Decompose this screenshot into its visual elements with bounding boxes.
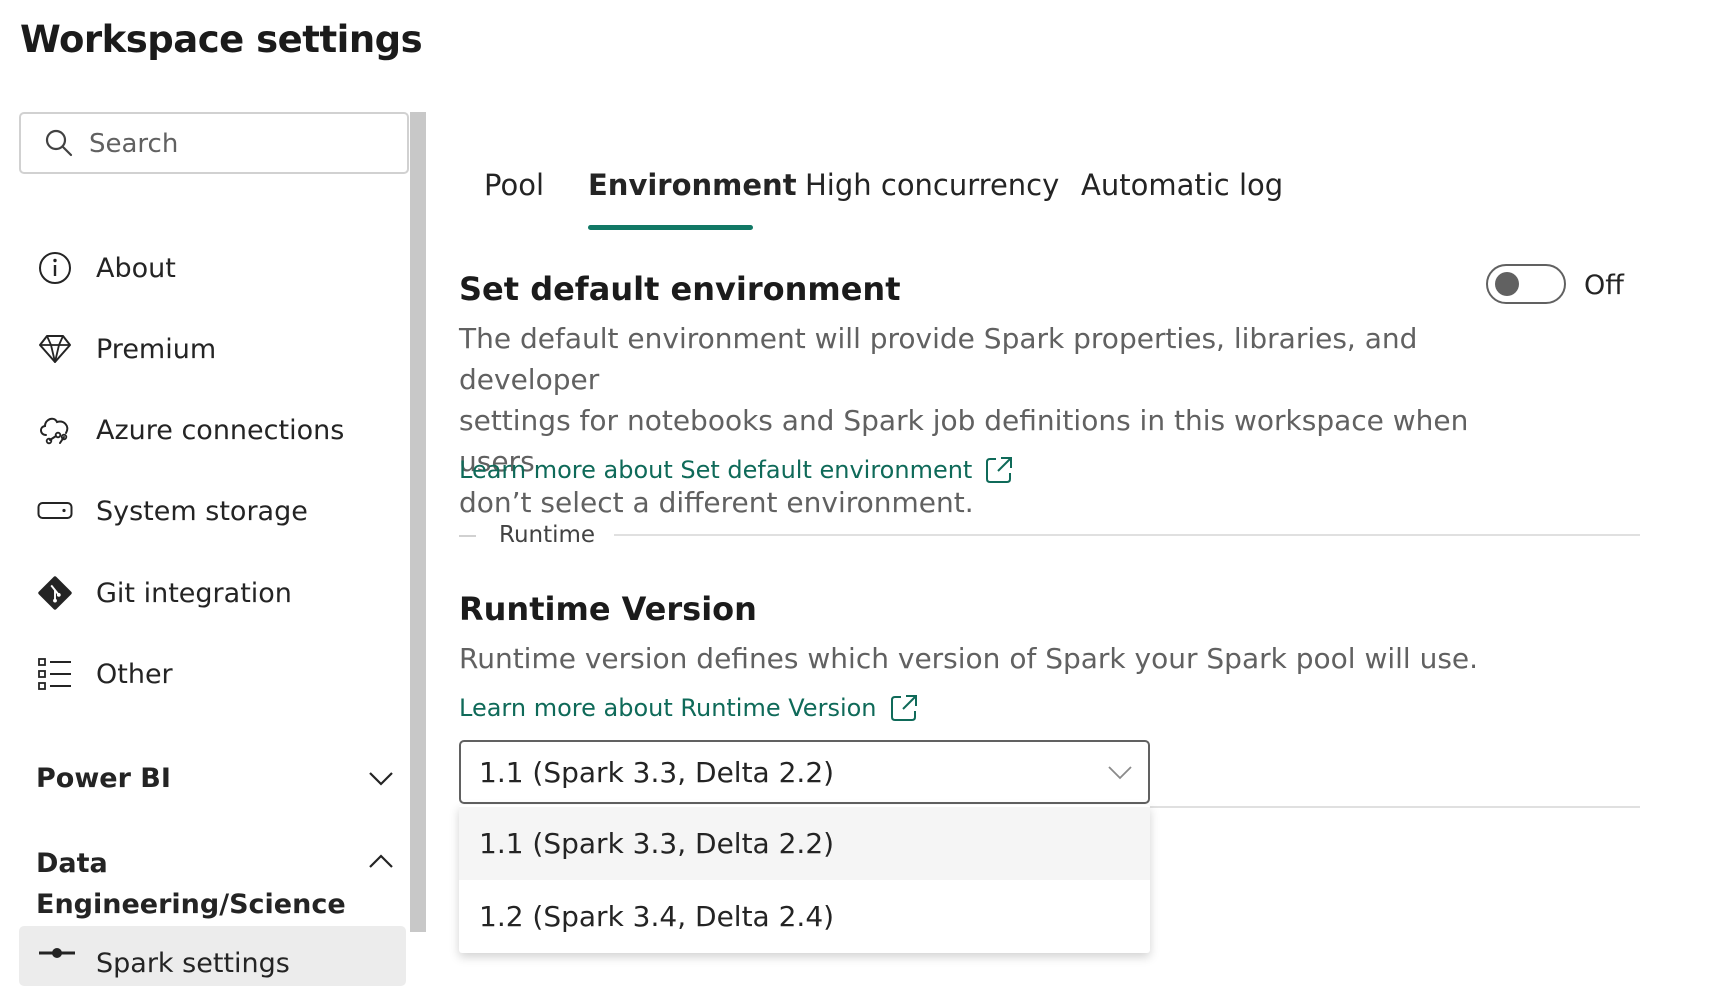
sidebar-item-premium[interactable]: Premium xyxy=(36,324,396,374)
runtime-version-description: Runtime version defines which version of… xyxy=(459,642,1479,675)
divider-line xyxy=(614,534,1640,536)
chevron-down-icon xyxy=(1108,766,1132,780)
search-icon xyxy=(45,129,73,157)
sidebar-item-other[interactable]: Other xyxy=(36,649,396,699)
sidebar-item-label: About xyxy=(96,252,176,284)
toggle-knob xyxy=(1495,272,1519,296)
external-link-icon xyxy=(890,695,917,721)
tab-high-concurrency[interactable]: High concurrency xyxy=(805,168,1059,202)
cloud-link-icon xyxy=(36,411,74,449)
dropdown-option[interactable]: 1.2 (Spark 3.4, Delta 2.4) xyxy=(459,880,1150,953)
default-environment-toggle[interactable] xyxy=(1486,264,1566,304)
section-label: Power BI xyxy=(36,763,171,794)
runtime-divider-label: Runtime xyxy=(499,522,596,548)
runtime-version-dropdown[interactable]: 1.1 (Spark 3.3, Delta 2.2) xyxy=(459,740,1150,804)
storage-icon xyxy=(36,492,74,530)
sidebar-item-label: System storage xyxy=(96,495,308,527)
slider-icon xyxy=(39,948,75,958)
link-text: Learn more about Set default environment xyxy=(459,456,973,484)
chevron-down-icon xyxy=(369,772,393,786)
default-environment-heading: Set default environment xyxy=(459,270,901,308)
external-link-icon xyxy=(986,457,1013,483)
sidebar-scrollbar[interactable] xyxy=(410,112,426,932)
list-icon xyxy=(36,655,74,693)
info-icon xyxy=(36,249,74,287)
sidebar-item-label: Other xyxy=(96,658,173,690)
option-label: 1.1 (Spark 3.3, Delta 2.2) xyxy=(479,827,835,860)
sidebar-item-label: Spark settings xyxy=(96,948,290,979)
dropdown-selected-value: 1.1 (Spark 3.3, Delta 2.2) xyxy=(479,756,835,789)
page-title: Workspace settings xyxy=(20,18,423,61)
tab-pool[interactable]: Pool xyxy=(484,168,544,202)
sidebar-item-system-storage[interactable]: System storage xyxy=(36,486,396,536)
description-line: The default environment will provide Spa… xyxy=(459,322,1418,396)
option-label: 1.2 (Spark 3.4, Delta 2.4) xyxy=(479,900,835,933)
sidebar-item-git-integration[interactable]: Git integration xyxy=(36,568,396,618)
learn-more-runtime-version-link[interactable]: Learn more about Runtime Version xyxy=(459,693,919,723)
chevron-up-icon xyxy=(369,854,393,868)
description-line: don’t select a different environment. xyxy=(459,486,974,519)
sidebar-item-about[interactable]: About xyxy=(36,243,396,293)
sidebar-item-spark-settings[interactable]: Spark settings xyxy=(19,926,406,986)
sidebar-item-label: Git integration xyxy=(96,577,292,609)
divider-line xyxy=(1150,806,1640,808)
tab-environment[interactable]: Environment xyxy=(588,168,797,202)
sidebar-item-azure-connections[interactable]: Azure connections xyxy=(36,405,396,455)
sidebar-item-label: Azure connections xyxy=(96,414,345,446)
search-box[interactable] xyxy=(19,112,409,174)
active-tab-indicator xyxy=(588,225,753,230)
diamond-icon xyxy=(36,330,74,368)
link-text: Learn more about Runtime Version xyxy=(459,694,877,722)
search-input[interactable] xyxy=(87,122,391,166)
divider-line xyxy=(459,535,476,537)
section-label: Data Engineering/Science xyxy=(36,848,346,920)
section-data-engineering[interactable]: Data Engineering/Science xyxy=(36,843,396,925)
learn-more-default-environment-link[interactable]: Learn more about Set default environment xyxy=(459,455,1014,485)
runtime-version-heading: Runtime Version xyxy=(459,590,757,628)
toggle-state-label: Off xyxy=(1584,270,1624,301)
tab-automatic-log[interactable]: Automatic log xyxy=(1081,168,1283,202)
git-icon xyxy=(36,574,74,612)
section-power-bi[interactable]: Power BI xyxy=(36,758,396,799)
sidebar-item-label: Premium xyxy=(96,333,217,365)
runtime-version-listbox: 1.1 (Spark 3.3, Delta 2.2) 1.2 (Spark 3.… xyxy=(459,805,1150,953)
default-environment-description: The default environment will provide Spa… xyxy=(459,318,1469,523)
dropdown-option[interactable]: 1.1 (Spark 3.3, Delta 2.2) xyxy=(459,807,1150,880)
